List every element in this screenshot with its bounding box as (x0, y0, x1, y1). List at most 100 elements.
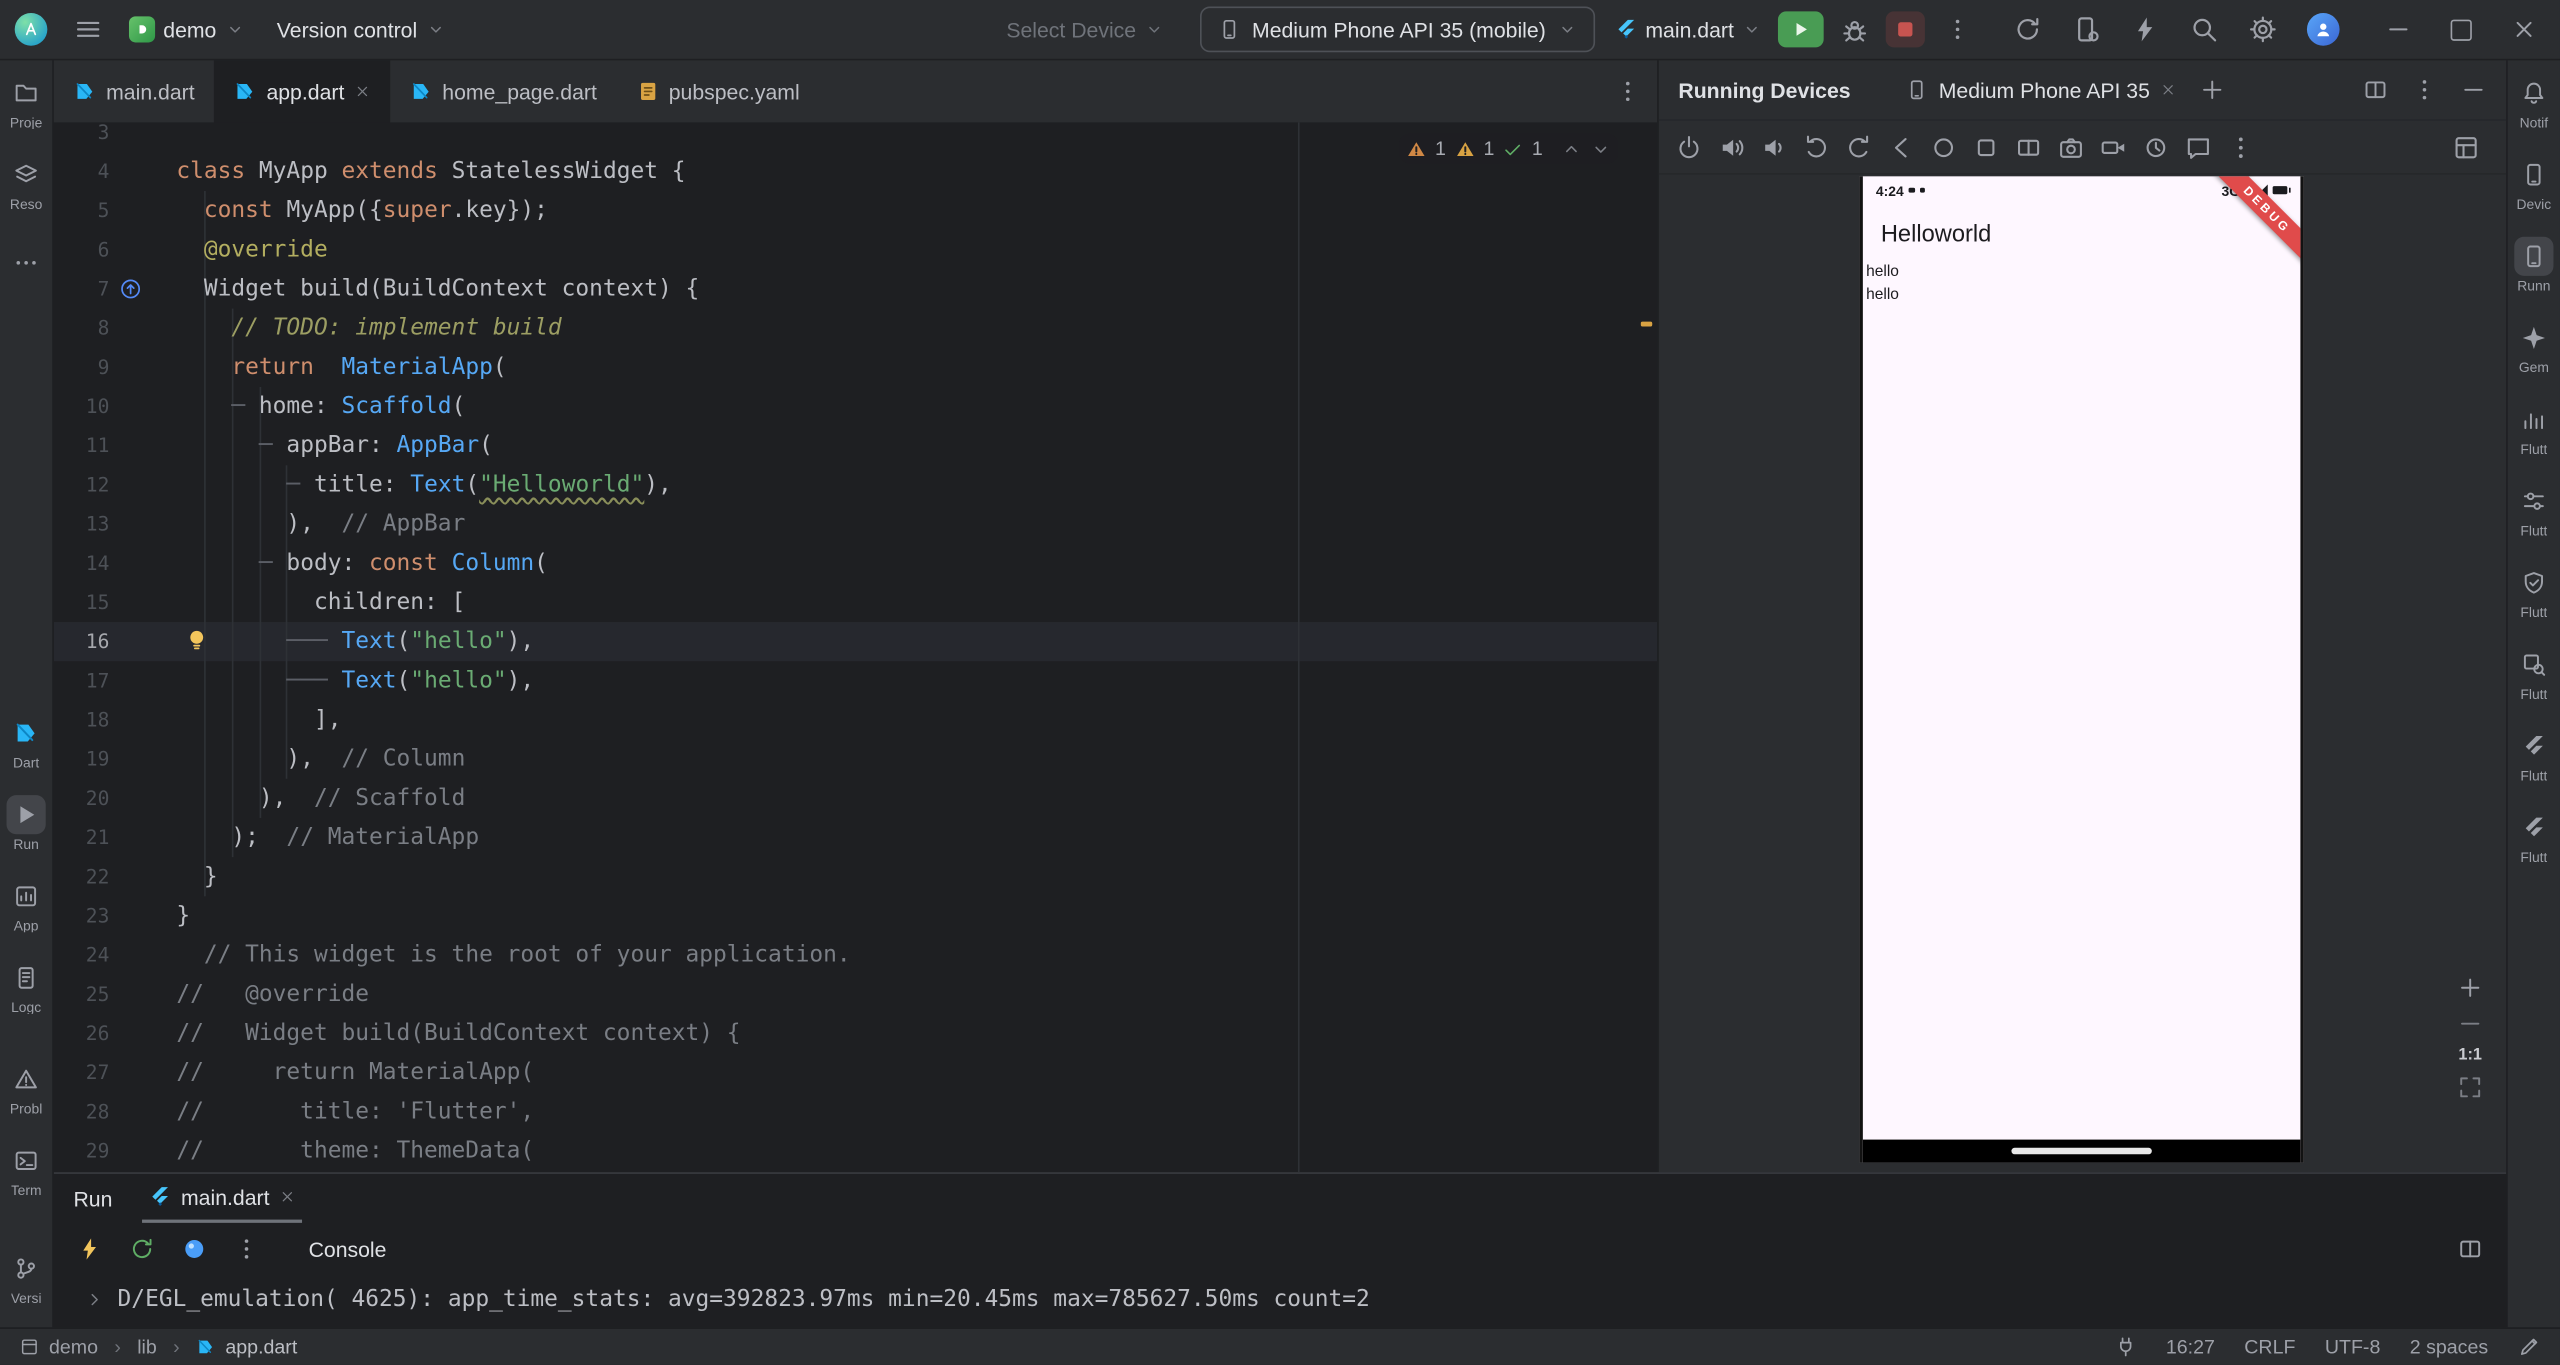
line-number[interactable]: 15 (54, 583, 110, 622)
gutter[interactable] (109, 544, 176, 583)
code-line[interactable]: 10 ─ home: Scaffold( (54, 387, 1634, 426)
select-device-dropdown[interactable]: Select Device (1006, 17, 1164, 41)
intention-bulb-icon[interactable] (184, 627, 208, 651)
main-menu-icon[interactable] (73, 15, 102, 44)
line-number[interactable]: 16 (54, 622, 110, 661)
previous-problem-icon[interactable] (1561, 138, 1582, 159)
gradle-sync-icon[interactable] (2013, 15, 2042, 44)
gutter[interactable] (109, 1131, 176, 1170)
plug-icon[interactable] (2114, 1336, 2137, 1359)
line-number[interactable]: 3 (54, 122, 110, 151)
code-line[interactable]: 28// title: 'Flutter', (54, 1092, 1634, 1131)
gutter[interactable] (109, 779, 176, 818)
hide-panel-icon[interactable] (2460, 77, 2486, 103)
code-line[interactable]: 24 // This widget is the root of your ap… (54, 936, 1634, 975)
line-number[interactable]: 29 (54, 1131, 110, 1170)
indent-setting[interactable]: 2 spaces (2410, 1336, 2488, 1359)
line-number[interactable]: 25 (54, 975, 110, 1014)
run-configuration-selector[interactable]: main.dart (1614, 17, 1761, 41)
ui-shortcuts-icon[interactable] (2452, 133, 2480, 161)
code-line[interactable]: 14 ─ body: const Column( (54, 544, 1634, 583)
home-button-icon[interactable] (1930, 133, 1958, 161)
code-line[interactable]: 6 @override (54, 230, 1634, 269)
line-number[interactable]: 28 (54, 1092, 110, 1131)
vcs-widget[interactable]: Version control (277, 17, 445, 41)
line-number[interactable]: 10 (54, 387, 110, 426)
tool-stripe-run[interactable]: Run (0, 782, 53, 864)
line-number[interactable]: 12 (54, 465, 110, 504)
code-line[interactable]: 29// theme: ThemeData( (54, 1131, 1634, 1170)
gutter[interactable] (109, 857, 176, 896)
gutter[interactable] (109, 936, 176, 975)
tool-stripe-problems[interactable]: Probl (0, 1047, 53, 1129)
override-method-icon[interactable] (119, 278, 142, 301)
editor-tab-app.dart[interactable]: app.dart (214, 60, 390, 122)
code-line[interactable]: 4class MyApp extends StatelessWidget { (54, 152, 1634, 191)
line-number[interactable]: 4 (54, 152, 110, 191)
line-number[interactable]: 13 (54, 504, 110, 543)
power-button-icon[interactable] (1675, 133, 1703, 161)
line-number[interactable]: 26 (54, 1014, 110, 1053)
code-line[interactable]: 12 ─ title: Text("Helloworld"), (54, 465, 1634, 504)
back-button-icon[interactable] (1887, 133, 1915, 161)
code-line[interactable]: 11 ─ appBar: AppBar( (54, 426, 1634, 465)
gutter[interactable] (109, 269, 176, 308)
tool-stripe-logcat[interactable]: Logc (0, 945, 53, 1027)
cursor-position[interactable]: 16:27 (2166, 1336, 2215, 1359)
breadcrumb-file[interactable]: app.dart (225, 1336, 297, 1359)
line-number[interactable]: 20 (54, 779, 110, 818)
line-number[interactable]: 27 (54, 1053, 110, 1092)
line-number[interactable]: 11 (54, 426, 110, 465)
gutter[interactable] (109, 152, 176, 191)
settings-icon[interactable] (2248, 15, 2277, 44)
close-icon[interactable] (354, 83, 370, 99)
device-manager-icon[interactable] (2072, 15, 2101, 44)
editor-tab-pubspec.yaml[interactable]: pubspec.yaml (616, 60, 819, 122)
code-line[interactable]: 17 ─── Text("hello"), (54, 661, 1634, 700)
gutter[interactable] (109, 1053, 176, 1092)
run-tab-main-dart[interactable]: main.dart (142, 1174, 302, 1223)
tool-stripe-app-inspection[interactable]: App (0, 864, 53, 946)
close-icon[interactable] (2160, 82, 2176, 98)
screen-record-button-icon[interactable] (2100, 133, 2128, 161)
tool-stripe-project[interactable]: Proje (0, 60, 53, 142)
tool-stripe-more-tool-windows[interactable] (0, 224, 53, 306)
messages-button-icon[interactable] (2184, 133, 2212, 161)
line-number[interactable]: 17 (54, 661, 110, 700)
minimize-button[interactable] (2385, 16, 2411, 42)
gutter[interactable] (109, 122, 176, 151)
tool-stripe-flutter-property-editor[interactable]: Flutt (2507, 469, 2560, 551)
line-number[interactable]: 22 (54, 857, 110, 896)
rotate-left-button-icon[interactable] (1802, 133, 1830, 161)
gutter[interactable] (109, 309, 176, 348)
tool-stripe-device-manager[interactable]: Devic (2507, 142, 2560, 224)
readonly-toggle-icon[interactable] (2518, 1336, 2541, 1359)
line-number[interactable]: 21 (54, 818, 110, 857)
layout-icon[interactable] (2457, 1236, 2483, 1262)
avatar[interactable] (2307, 13, 2340, 46)
device-screen[interactable]: 4:24 3G Helloworld hellohello DEBUG (1860, 176, 2304, 1162)
fold-button-icon[interactable] (2015, 133, 2043, 161)
gutter[interactable] (109, 661, 176, 700)
gutter[interactable] (109, 818, 176, 857)
gutter[interactable] (109, 191, 176, 230)
breadcrumb-folder[interactable]: lib (137, 1336, 157, 1359)
gutter[interactable] (109, 504, 176, 543)
tab-options-icon[interactable] (1615, 78, 1641, 104)
devtools-icon[interactable] (181, 1236, 207, 1262)
code-line[interactable]: 9 return MaterialApp( (54, 348, 1634, 387)
run-button[interactable] (1778, 11, 1824, 47)
code-line[interactable]: 16 ─── Text("hello"), (54, 622, 1634, 661)
close-icon[interactable] (279, 1189, 295, 1205)
code-line[interactable]: 15 children: [ (54, 583, 1634, 622)
maximize-button[interactable] (2451, 19, 2472, 40)
gutter[interactable] (109, 622, 176, 661)
line-number[interactable]: 14 (54, 544, 110, 583)
console-options-icon[interactable] (233, 1236, 259, 1262)
tool-stripe-gemini[interactable]: Gem (2507, 305, 2560, 387)
tool-stripe-flutter-sidebar[interactable]: Flutt (2507, 795, 2560, 877)
code-line[interactable]: 25// @override (54, 975, 1634, 1014)
more-actions-icon[interactable] (1944, 16, 1970, 42)
console-tab[interactable]: Console (309, 1237, 387, 1261)
code-line[interactable]: 26// Widget build(BuildContext context) … (54, 1014, 1634, 1053)
